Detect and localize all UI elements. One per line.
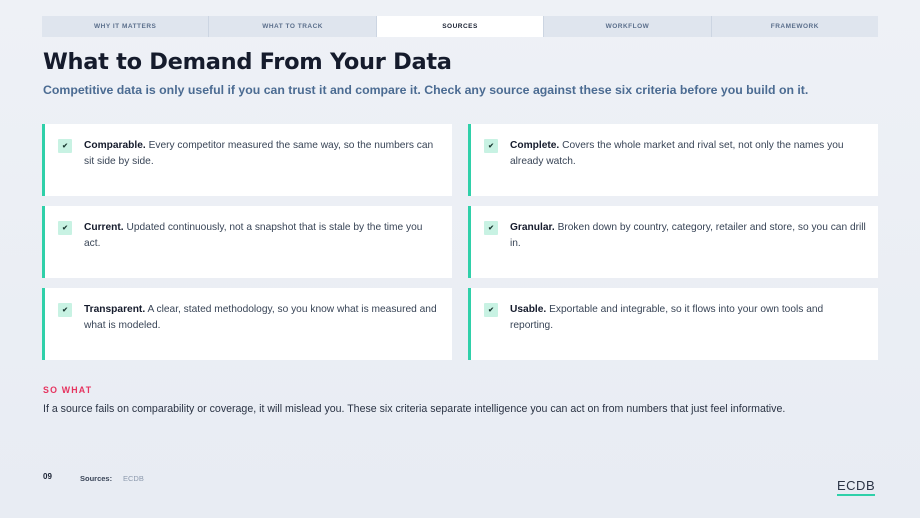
- criterion-text: Complete. Covers the whole market and ri…: [510, 138, 866, 169]
- sources-value: ECDB: [123, 474, 144, 483]
- check-icon: ✔: [484, 221, 498, 235]
- criterion-name: Usable.: [510, 304, 547, 315]
- tab-workflow[interactable]: WORKFLOW: [544, 16, 712, 37]
- criterion-name: Comparable.: [84, 140, 146, 151]
- criterion-name: Granular.: [510, 222, 555, 233]
- check-icon: ✔: [58, 303, 72, 317]
- criterion-description: Exportable and integrable, so it flows i…: [510, 304, 824, 331]
- criterion-card-complete: ✔ Complete. Covers the whole market and …: [468, 124, 878, 196]
- tab-what-to-track[interactable]: WHAT TO TRACK: [209, 16, 377, 37]
- criterion-description: Broken down by country, category, retail…: [510, 222, 866, 249]
- criterion-text: Usable. Exportable and integrable, so it…: [510, 302, 866, 333]
- tab-why-it-matters[interactable]: WHY IT MATTERS: [42, 16, 210, 37]
- criterion-description: Covers the whole market and rival set, n…: [510, 140, 844, 167]
- check-icon: ✔: [58, 139, 72, 153]
- check-icon: ✔: [58, 221, 72, 235]
- criterion-card-usable: ✔ Usable. Exportable and integrable, so …: [468, 288, 878, 360]
- criterion-card-comparable: ✔ Comparable. Every competitor measured …: [42, 124, 452, 196]
- criterion-text: Granular. Broken down by country, catego…: [510, 220, 866, 251]
- criterion-name: Complete.: [510, 140, 560, 151]
- criterion-card-transparent: ✔ Transparent. A clear, stated methodolo…: [42, 288, 452, 360]
- page-number: 09: [43, 472, 52, 481]
- criterion-name: Transparent.: [84, 304, 146, 315]
- criterion-description: Updated continuously, not a snapshot tha…: [84, 222, 423, 249]
- page-title: What to Demand From Your Data: [43, 49, 452, 75]
- criterion-card-granular: ✔ Granular. Broken down by country, cate…: [468, 206, 878, 278]
- page-subtitle: Competitive data is only useful if you c…: [43, 83, 809, 97]
- check-icon: ✔: [484, 303, 498, 317]
- criterion-name: Current.: [84, 222, 124, 233]
- tab-framework[interactable]: FRAMEWORK: [712, 16, 878, 37]
- criterion-text: Transparent. A clear, stated methodology…: [84, 302, 440, 333]
- section-tabs: WHY IT MATTERS WHAT TO TRACK SOURCES WOR…: [42, 16, 878, 37]
- criterion-text: Current. Updated continuously, not a sna…: [84, 220, 440, 251]
- check-icon: ✔: [484, 139, 498, 153]
- criterion-text: Comparable. Every competitor measured th…: [84, 138, 440, 169]
- so-what-label: SO WHAT: [43, 385, 93, 395]
- criterion-card-current: ✔ Current. Updated continuously, not a s…: [42, 206, 452, 278]
- tab-sources[interactable]: SOURCES: [376, 16, 545, 37]
- so-what-text: If a source fails on comparability or co…: [43, 403, 786, 415]
- sources-label: Sources:: [80, 474, 113, 483]
- ecdb-logo: ECDB: [837, 479, 876, 496]
